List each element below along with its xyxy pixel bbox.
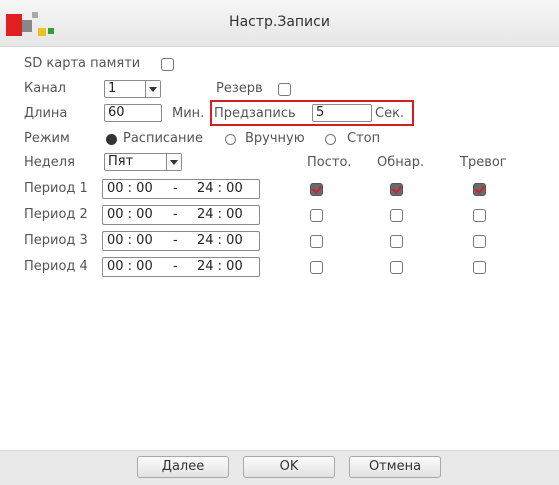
period-label: Период 2: [24, 207, 88, 222]
mode-stop-label: Стоп: [347, 131, 381, 146]
prerecord-input[interactable]: 5: [312, 104, 372, 122]
cancel-button[interactable]: Отмена: [349, 456, 441, 478]
channel-value: 1: [108, 81, 117, 96]
period-1-time-range[interactable]: 00 : 00 - 24 : 00: [102, 179, 260, 199]
length-input[interactable]: 60: [104, 104, 162, 122]
week-select[interactable]: Пят: [104, 153, 182, 171]
chevron-down-icon[interactable]: [166, 154, 181, 170]
period-start[interactable]: 00 : 00: [107, 232, 153, 250]
period-1-alarm-checkbox[interactable]: [473, 183, 486, 196]
period-3-alarm-checkbox[interactable]: [473, 235, 486, 248]
length-label: Длина: [24, 106, 68, 121]
prerecord-unit: Сек.: [375, 106, 405, 121]
mode-stop-radio[interactable]: [325, 134, 336, 145]
channel-select[interactable]: 1: [104, 80, 161, 98]
mode-label: Режим: [24, 131, 70, 146]
period-4-time-range[interactable]: 00 : 00 - 24 : 00: [102, 257, 260, 277]
period-start[interactable]: 00 : 00: [107, 258, 153, 276]
next-button[interactable]: Далее: [137, 456, 229, 478]
length-unit: Мин.: [172, 106, 205, 121]
period-start[interactable]: 00 : 00: [107, 180, 153, 198]
period-end[interactable]: 24 : 00: [197, 232, 243, 250]
column-header-detection: Обнар.: [377, 155, 425, 170]
period-1-constant-checkbox[interactable]: [310, 183, 323, 196]
week-value: Пят: [108, 154, 134, 169]
period-start[interactable]: 00 : 00: [107, 206, 153, 224]
reserve-checkbox[interactable]: [278, 83, 291, 96]
period-label: Период 3: [24, 233, 88, 248]
title-bar: Настр.Записи: [0, 0, 559, 47]
period-3-detection-checkbox[interactable]: [390, 235, 403, 248]
period-end[interactable]: 24 : 00: [197, 258, 243, 276]
period-4-alarm-checkbox[interactable]: [473, 261, 486, 274]
period-label: Период 4: [24, 259, 88, 274]
period-3-time-range[interactable]: 00 : 00 - 24 : 00: [102, 231, 260, 251]
period-end[interactable]: 24 : 00: [197, 180, 243, 198]
column-header-alarm: Тревог: [460, 155, 507, 170]
period-1-detection-checkbox[interactable]: [390, 183, 403, 196]
ok-button[interactable]: OK: [243, 456, 335, 478]
prerecord-label: Предзапись: [214, 106, 296, 121]
mode-schedule-radio[interactable]: [106, 134, 117, 145]
sd-card-checkbox[interactable]: [161, 58, 174, 71]
period-separator: -: [173, 259, 178, 274]
window-title: Настр.Записи: [229, 14, 330, 30]
column-header-constant: Посто.: [307, 155, 352, 170]
mode-manual-radio[interactable]: [225, 134, 236, 145]
period-separator: -: [173, 207, 178, 222]
period-2-alarm-checkbox[interactable]: [473, 209, 486, 222]
channel-label: Канал: [24, 81, 66, 96]
sd-card-label: SD карта памяти: [24, 56, 141, 71]
period-4-detection-checkbox[interactable]: [390, 261, 403, 274]
period-2-time-range[interactable]: 00 : 00 - 24 : 00: [102, 205, 260, 225]
period-separator: -: [173, 233, 178, 248]
reserve-label: Резерв: [216, 81, 263, 96]
period-end[interactable]: 24 : 00: [197, 206, 243, 224]
chevron-down-icon[interactable]: [145, 81, 160, 97]
week-label: Неделя: [24, 155, 75, 170]
mode-manual-label: Вручную: [245, 131, 305, 146]
period-separator: -: [173, 181, 178, 196]
period-2-constant-checkbox[interactable]: [310, 209, 323, 222]
period-2-detection-checkbox[interactable]: [390, 209, 403, 222]
period-4-constant-checkbox[interactable]: [310, 261, 323, 274]
mode-schedule-label: Расписание: [123, 131, 203, 146]
period-3-constant-checkbox[interactable]: [310, 235, 323, 248]
period-label: Период 1: [24, 181, 88, 196]
